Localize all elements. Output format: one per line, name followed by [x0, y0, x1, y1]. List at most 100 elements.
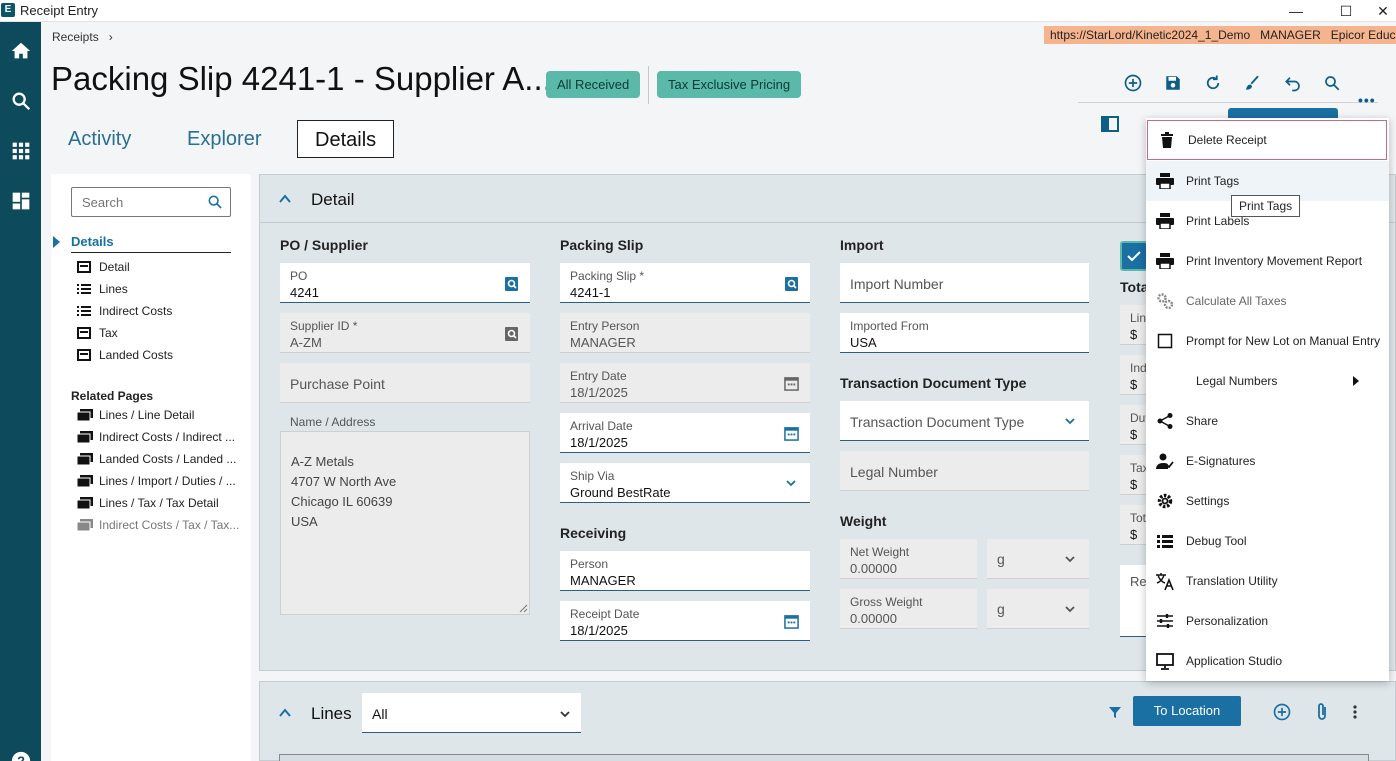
lookup-icon[interactable]: [504, 326, 520, 342]
ship-via-value: Ground BestRate: [570, 485, 671, 500]
menu-item-e-signatures[interactable]: E-Signatures: [1146, 441, 1389, 481]
legal-number-field: Legal Number: [840, 451, 1089, 491]
arrival-date-field[interactable]: Arrival Date 18/1/2025: [560, 413, 810, 453]
sidebar-search[interactable]: [71, 187, 231, 217]
menu-item-debug-tool[interactable]: Debug Tool: [1146, 521, 1389, 561]
maximize-button[interactable]: ☐: [1326, 0, 1366, 22]
pages-icon: [76, 475, 93, 488]
breadcrumb-receipts[interactable]: Receipts: [52, 30, 99, 44]
import-number-placeholder: Import Number: [850, 276, 944, 292]
lines-filter-select[interactable]: All: [362, 693, 581, 733]
refresh-icon[interactable]: [1200, 70, 1226, 96]
status-badge-tax-exclusive: Tax Exclusive Pricing: [657, 71, 802, 98]
receipt-date-value: 18/1/2025: [570, 623, 628, 638]
sidebar-section-details[interactable]: Details: [71, 234, 114, 249]
search-record-icon[interactable]: [1319, 70, 1345, 96]
related-page-item[interactable]: Lines / Line Detail: [76, 408, 194, 422]
menu-item-legal-numbers[interactable]: Legal Numbers: [1146, 361, 1389, 401]
menu-item-application-studio[interactable]: Application Studio: [1146, 641, 1389, 681]
imported-from-field[interactable]: Imported From USA: [840, 313, 1089, 353]
pages-icon: [76, 519, 93, 532]
packing-slip-field[interactable]: Packing Slip * 4241-1: [560, 263, 810, 303]
sidebar-item-indirect-costs[interactable]: Indirect Costs: [77, 304, 172, 318]
receipt-date-field[interactable]: Receipt Date 18/1/2025: [560, 601, 810, 641]
chevron-down-icon[interactable]: [1063, 414, 1079, 430]
menu-item-share[interactable]: Share: [1146, 401, 1389, 441]
undo-icon[interactable]: [1280, 70, 1306, 96]
sidebar-item-lines[interactable]: Lines: [77, 282, 128, 296]
chevron-down-icon: [1063, 552, 1079, 568]
new-receipt-button[interactable]: [1228, 108, 1338, 118]
resize-handle-icon[interactable]: [519, 604, 528, 613]
search-icon[interactable]: [207, 194, 223, 210]
minimize-button[interactable]: —: [1276, 0, 1316, 22]
chevron-down-icon[interactable]: [558, 707, 572, 721]
menu-item-delete-receipt[interactable]: Delete Receipt: [1147, 120, 1387, 160]
clear-brush-icon[interactable]: [1239, 70, 1265, 96]
chevron-down-icon[interactable]: [784, 476, 800, 492]
pages-icon: [76, 409, 93, 422]
breadcrumb[interactable]: Receipts ›: [52, 30, 113, 44]
calendar-icon[interactable]: [784, 426, 800, 442]
ship-via-select[interactable]: Ship Via Ground BestRate: [560, 463, 810, 503]
menu-item-prompt-new-lot[interactable]: Prompt for New Lot on Manual Entry: [1146, 321, 1389, 361]
attachment-icon[interactable]: [1314, 702, 1332, 722]
transaction-document-type-select[interactable]: Transaction Document Type: [840, 401, 1089, 441]
import-number-field[interactable]: Import Number: [840, 263, 1089, 303]
related-page-label: Landed Costs / Landed ...: [99, 452, 237, 466]
add-line-icon[interactable]: [1272, 702, 1292, 722]
receiving-person-field[interactable]: Person MANAGER: [560, 551, 810, 591]
related-page-item[interactable]: Indirect Costs / Tax / Tax...: [76, 518, 239, 532]
save-icon[interactable]: [1160, 70, 1186, 96]
related-page-item[interactable]: Landed Costs / Landed ...: [76, 452, 237, 466]
more-vertical-icon[interactable]: [1352, 704, 1362, 722]
purchase-point-field[interactable]: Purchase Point: [280, 363, 530, 403]
printer-icon: [1155, 211, 1175, 231]
sidebar-search-input[interactable]: [72, 188, 200, 216]
help-icon[interactable]: ?: [4, 744, 37, 761]
dashboard-icon[interactable]: [4, 184, 37, 217]
menu-item-print-inventory-movement-report[interactable]: Print Inventory Movement Report: [1146, 241, 1389, 281]
related-page-item[interactable]: Lines / Import / Duties / ...: [76, 474, 236, 488]
add-new-icon[interactable]: [1120, 70, 1146, 96]
address-line: 4707 W North Ave: [291, 474, 397, 489]
related-page-item[interactable]: Indirect Costs / Indirect ...: [76, 430, 235, 444]
tab-details[interactable]: Details: [297, 120, 395, 158]
menu-item-label: Print Tags: [1186, 174, 1240, 188]
menu-item-translation-utility[interactable]: Translation Utility: [1146, 561, 1389, 601]
tooltip: Print Tags: [1231, 195, 1301, 217]
filter-icon[interactable]: [1107, 704, 1123, 720]
menu-item-calculate-all-taxes[interactable]: Calculate All Taxes: [1146, 281, 1389, 321]
apps-grid-icon[interactable]: [4, 134, 37, 167]
sidebar-item-landed-costs[interactable]: Landed Costs: [77, 348, 173, 362]
lookup-icon[interactable]: [504, 276, 520, 292]
search-icon[interactable]: [4, 84, 37, 117]
menu-item-label: Delete Receipt: [1188, 133, 1267, 147]
name-address-textarea[interactable]: A-Z Metals 4707 W North Ave Chicago IL 6…: [280, 431, 530, 615]
po-field[interactable]: PO 4241: [280, 263, 530, 303]
total-value: $: [1130, 377, 1138, 392]
home-icon[interactable]: [4, 34, 37, 67]
collapse-chevron-icon[interactable]: [278, 706, 292, 720]
imported-from-value: USA: [850, 335, 877, 350]
panel-toggle-icon[interactable]: [1101, 116, 1121, 132]
group-weight: Weight: [840, 513, 887, 529]
calendar-icon[interactable]: [784, 614, 800, 630]
supplier-id-field[interactable]: Supplier ID * A-ZM: [280, 313, 530, 353]
sidebar-item-detail[interactable]: Detail: [77, 260, 130, 274]
collapse-chevron-icon[interactable]: [278, 192, 292, 206]
sidebar-item-tax[interactable]: Tax: [77, 326, 118, 340]
lines-section-title: Lines: [311, 704, 352, 723]
tab-explorer[interactable]: Explorer: [187, 120, 261, 158]
more-options-icon[interactable]: •••: [1358, 92, 1376, 108]
tab-activity[interactable]: Activity: [68, 120, 131, 158]
related-page-item[interactable]: Lines / Tax / Tax Detail: [76, 496, 219, 510]
lookup-icon[interactable]: [784, 276, 800, 292]
menu-item-settings[interactable]: Settings: [1146, 481, 1389, 521]
menu-item-personalization[interactable]: Personalization: [1146, 601, 1389, 641]
pages-icon: [76, 497, 93, 510]
checkbox-icon[interactable]: [1155, 331, 1175, 351]
close-button[interactable]: ✕: [1370, 0, 1396, 22]
to-location-button[interactable]: To Location: [1133, 696, 1241, 726]
received-checkbox[interactable]: [1120, 241, 1148, 271]
